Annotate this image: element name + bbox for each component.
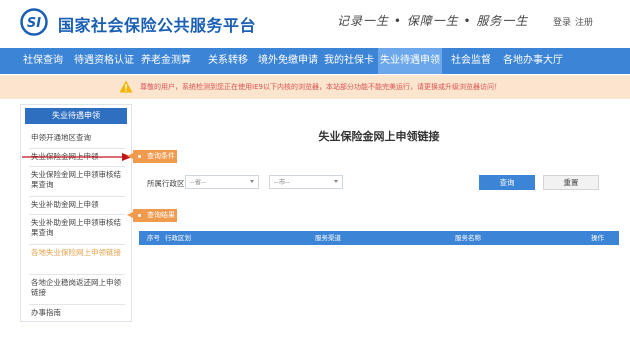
nav-item-social-security-query[interactable]: 社保查询 bbox=[18, 48, 68, 74]
slogan: 记录一生 • 保障一生 • 服务一生 bbox=[337, 14, 529, 28]
site-header: SI 国家社会保险公共服务平台 记录一生 • 保障一生 • 服务一生 登录 注册 bbox=[0, 0, 630, 44]
reset-button[interactable]: 重置 bbox=[543, 175, 599, 190]
result-section-label: 查询结果 bbox=[147, 211, 175, 219]
column-header-action: 操作 bbox=[591, 234, 604, 242]
sidebar-item-insurance-review[interactable]: 失业保险金网上申领审核结果查询 bbox=[31, 170, 123, 190]
sidebar-item-enterprise-links[interactable]: 各地企业稳岗返还网上申领链接 bbox=[31, 278, 123, 298]
site-title[interactable]: 国家社会保险公共服务平台 bbox=[58, 12, 256, 36]
si-logo-icon[interactable]: SI bbox=[20, 8, 48, 36]
query-button[interactable]: 查询 bbox=[479, 175, 535, 190]
svg-text:SI: SI bbox=[27, 16, 41, 31]
province-select-value: --省-- bbox=[190, 178, 206, 186]
sidebar-item-local-links[interactable]: 各地失业保险网上申领链接 bbox=[31, 248, 123, 258]
divider bbox=[29, 304, 125, 305]
dot-icon bbox=[138, 155, 141, 158]
query-section-label: 查询条件 bbox=[147, 152, 175, 160]
nav-item-overseas-exemption[interactable]: 境外免缴申请 bbox=[257, 48, 319, 74]
sidebar-item-subsidy-review[interactable]: 失业补助金网上申领审核结果查询 bbox=[31, 218, 123, 238]
column-header-region: 行政区划 bbox=[165, 234, 191, 242]
divider bbox=[29, 148, 125, 149]
register-link[interactable]: 注册 bbox=[575, 15, 593, 28]
nav-item-pension-calculator[interactable]: 养老金测算 bbox=[138, 48, 194, 74]
province-select[interactable]: --省-- bbox=[185, 175, 259, 189]
column-header-index: 序号 bbox=[147, 234, 160, 242]
nav-item-unemployment-benefits[interactable]: 失业待遇申领 bbox=[378, 48, 442, 74]
chevron-down-icon bbox=[334, 180, 338, 183]
column-header-channel: 服务渠道 bbox=[315, 234, 341, 242]
sidebar-item-region-query[interactable]: 申领开通地区查询 bbox=[31, 133, 123, 143]
nav-item-qualification-auth[interactable]: 待遇资格认证 bbox=[72, 48, 136, 74]
main-panel: 失业保险金网上申领链接 查询条件 所属行政区： --省-- --市-- 查询 重… bbox=[127, 104, 625, 322]
divider bbox=[29, 196, 125, 197]
sidebar-item-subsidy-apply[interactable]: 失业补助金网上申领 bbox=[31, 200, 123, 210]
chevron-down-icon bbox=[250, 180, 254, 183]
sidebar-title: 失业待遇申领 bbox=[25, 108, 127, 124]
column-header-service-name: 服务名称 bbox=[455, 234, 481, 242]
query-section-tag: 查询条件 bbox=[127, 150, 177, 163]
divider bbox=[29, 166, 125, 167]
notice-text: 尊敬的用户，系统检测到您正在使用IE9以下内核的浏览器，本站部分功能不能完美运行… bbox=[140, 83, 501, 91]
nav-item-social-supervision[interactable]: 社会监督 bbox=[446, 48, 496, 74]
sidebar-item-guide[interactable]: 办事指南 bbox=[31, 308, 123, 318]
main-nav: 社保查询 待遇资格认证 养老金测算 关系转移 境外免缴申请 我的社保卡 失业待遇… bbox=[0, 48, 630, 74]
results-table-header: 序号 行政区划 服务渠道 服务名称 操作 bbox=[139, 231, 619, 245]
sidebar: 失业待遇申领 申领开通地区查询 失业保险金网上申领 失业保险金网上申领审核结果查… bbox=[20, 104, 132, 322]
city-select-value: --市-- bbox=[274, 178, 290, 186]
divider bbox=[29, 214, 125, 215]
city-select[interactable]: --市-- bbox=[269, 175, 343, 189]
warning-icon bbox=[119, 80, 133, 93]
browser-notice: 尊敬的用户，系统检测到您正在使用IE9以下内核的浏览器，本站部分功能不能完美运行… bbox=[0, 75, 630, 99]
nav-item-relationship-transfer[interactable]: 关系转移 bbox=[203, 48, 253, 74]
divider bbox=[29, 244, 125, 245]
nav-item-local-service-halls[interactable]: 各地办事大厅 bbox=[501, 48, 565, 74]
dot-icon bbox=[138, 214, 141, 217]
page-title: 失业保险金网上申领链接 bbox=[318, 130, 440, 143]
result-section-tag: 查询结果 bbox=[127, 209, 177, 222]
login-link[interactable]: 登录 bbox=[553, 15, 571, 28]
nav-item-my-card[interactable]: 我的社保卡 bbox=[322, 48, 376, 74]
divider bbox=[29, 274, 125, 275]
annotation-arrow-icon bbox=[22, 153, 132, 161]
